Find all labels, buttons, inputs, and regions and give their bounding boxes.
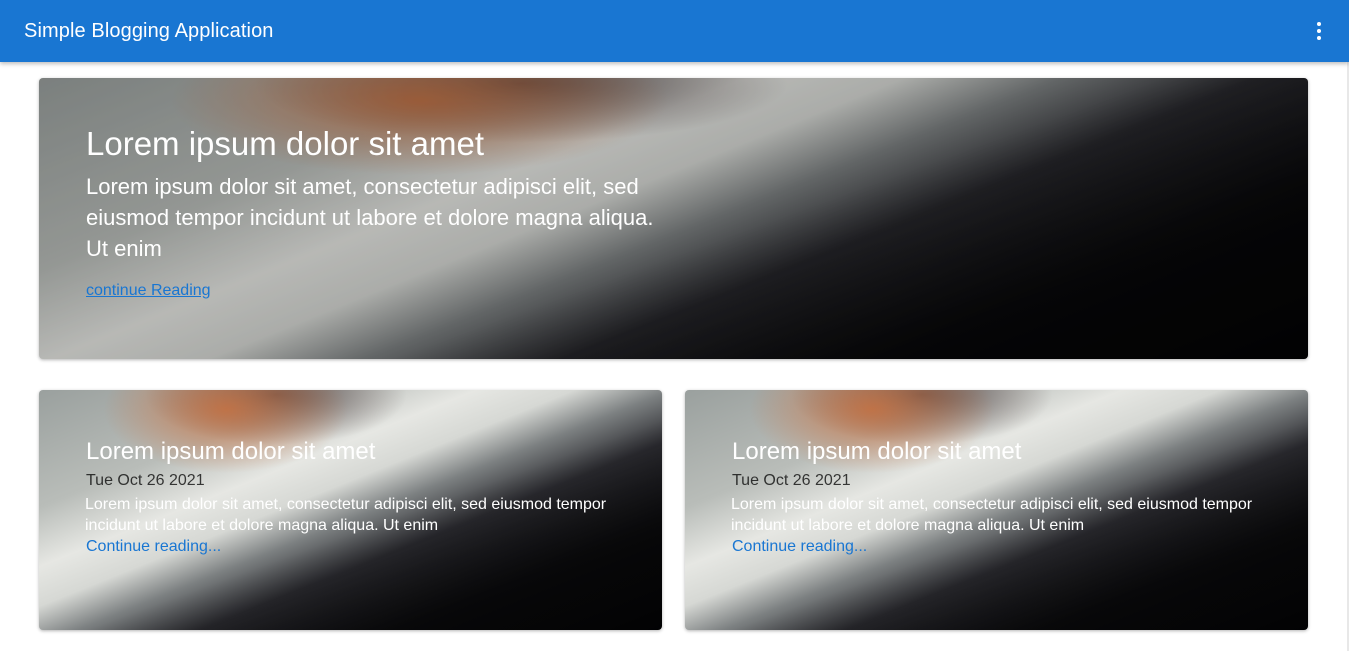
featured-post: Lorem ipsum dolor sit amet Lorem ipsum d… <box>39 78 1308 359</box>
post-card[interactable]: Lorem ipsum dolor sit amet Tue Oct 26 20… <box>39 390 662 630</box>
post-card-content: Lorem ipsum dolor sit amet Tue Oct 26 20… <box>85 438 662 558</box>
post-description: Lorem ipsum dolor sit amet, consectetur … <box>731 496 1253 534</box>
post-title: Lorem ipsum dolor sit amet <box>86 438 376 465</box>
menu-dot <box>1317 29 1321 33</box>
featured-post-continue-link[interactable]: continue Reading <box>86 282 211 300</box>
post-continue-link[interactable]: Continue reading... <box>86 536 221 558</box>
menu-dot <box>1317 36 1321 40</box>
app-bar: Simple Blogging Application <box>0 0 1349 62</box>
post-continue-link[interactable]: Continue reading... <box>732 536 867 558</box>
featured-post-content: Lorem ipsum dolor sit amet Lorem ipsum d… <box>86 124 676 300</box>
post-description: Lorem ipsum dolor sit amet, consectetur … <box>85 496 607 534</box>
post-date: Tue Oct 26 2021 <box>732 472 851 489</box>
app-title: Simple Blogging Application <box>24 19 274 42</box>
featured-post-description: Lorem ipsum dolor sit amet, consectetur … <box>86 174 654 261</box>
post-title: Lorem ipsum dolor sit amet <box>732 438 1022 465</box>
post-date: Tue Oct 26 2021 <box>86 472 205 489</box>
featured-post-title: Lorem ipsum dolor sit amet <box>86 125 484 162</box>
post-card-content: Lorem ipsum dolor sit amet Tue Oct 26 20… <box>731 438 1308 558</box>
more-vert-icon[interactable] <box>1307 19 1331 43</box>
menu-dot <box>1317 22 1321 26</box>
post-card[interactable]: Lorem ipsum dolor sit amet Tue Oct 26 20… <box>685 390 1308 630</box>
